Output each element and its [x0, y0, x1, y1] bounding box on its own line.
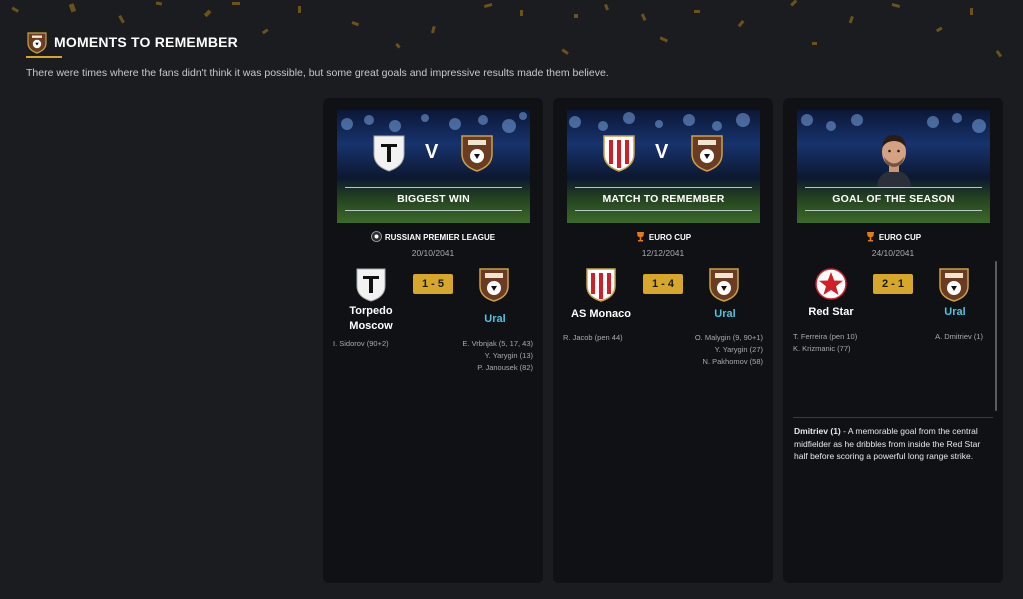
versus-graphic: V — [337, 132, 530, 172]
ural-crest-icon[interactable] — [707, 266, 741, 302]
scorer: P. Janousek (82) — [477, 363, 533, 372]
home-scorers: R. Jacob (pen 44) — [563, 332, 658, 344]
competition-row: EURO CUP — [783, 231, 1003, 242]
match-score: 1 - 4 — [643, 274, 683, 294]
torpedo-crest-icon — [373, 135, 405, 172]
card-label: BIGGEST WIN — [397, 193, 470, 205]
moment-card-biggest-win[interactable]: V BIGGEST WIN RUSSIAN PREMIER LEAGUE 20/… — [323, 98, 543, 583]
page-subtitle: There were times where the fans didn't t… — [26, 67, 609, 79]
moment-card-goal-of-the-season[interactable]: GOAL OF THE SEASON EURO CUP 24/10/2041 2… — [783, 98, 1003, 583]
scorer: E. Vrbnjak (5, 17, 43) — [462, 339, 533, 348]
page-title: MOMENTS TO REMEMBER — [54, 34, 238, 50]
match-score: 1 - 5 — [413, 274, 453, 294]
scorer: R. Jacob (pen 44) — [563, 333, 623, 342]
scorer: N. Pakhomov (58) — [702, 357, 763, 366]
card-label: MATCH TO REMEMBER — [602, 193, 725, 205]
scorer: Y. Yarygin (27) — [714, 345, 763, 354]
description-player: Dmitriev (1) — [794, 426, 841, 436]
scrollbar[interactable] — [995, 261, 997, 411]
card-banner: V MATCH TO REMEMBER — [567, 110, 760, 223]
versus-text: V — [425, 141, 439, 163]
match-date: 24/10/2041 — [871, 248, 915, 258]
monaco-crest-icon — [603, 135, 635, 172]
away-scorers: A. Dmitriev (1) — [873, 331, 983, 343]
match-date: 12/12/2041 — [641, 248, 685, 258]
home-team-name[interactable]: Torpedo Moscow — [339, 304, 403, 334]
torpedo-crest-icon[interactable] — [354, 266, 388, 302]
card-label: GOAL OF THE SEASON — [832, 193, 955, 205]
home-team-name[interactable]: Red Star — [799, 305, 863, 320]
red-star-crest-icon[interactable] — [814, 266, 848, 302]
home-team-name[interactable]: AS Monaco — [563, 307, 639, 322]
scorer: I. Sidorov (90+2) — [333, 339, 389, 348]
ural-crest-icon — [691, 135, 723, 172]
versus-text: V — [655, 141, 669, 163]
scorer: Y. Yarygin (13) — [484, 351, 533, 360]
away-scorers: E. Vrbnjak (5, 17, 43) Y. Yarygin (13) P… — [423, 338, 533, 374]
competition-row: RUSSIAN PREMIER LEAGUE — [323, 231, 543, 242]
scorer: K. Krizmanic (77) — [793, 344, 851, 353]
scorer: O. Malygin (9, 90+1) — [694, 333, 763, 342]
ural-crest-icon[interactable] — [937, 266, 971, 302]
ural-crest-icon — [461, 135, 493, 172]
ural-crest-icon[interactable] — [477, 266, 511, 302]
monaco-crest-icon[interactable] — [584, 266, 618, 302]
competition-name: RUSSIAN PREMIER LEAGUE — [384, 233, 496, 242]
divider — [793, 417, 993, 418]
goal-description: Dmitriev (1) - A memorable goal from the… — [794, 425, 996, 463]
title-underline — [26, 56, 62, 58]
home-scorers: I. Sidorov (90+2) — [333, 338, 428, 350]
away-scorers: O. Malygin (9, 90+1) Y. Yarygin (27) N. … — [653, 332, 763, 368]
competition-name: EURO CUP — [648, 233, 692, 242]
competition-name: EURO CUP — [878, 233, 922, 242]
trophy-icon — [636, 232, 644, 242]
versus-graphic: V — [567, 132, 760, 172]
scorer: A. Dmitriev (1) — [935, 332, 983, 341]
trophy-icon — [866, 232, 874, 242]
player-portrait-image — [877, 135, 911, 188]
competition-row: EURO CUP — [553, 231, 773, 242]
away-team-name[interactable]: Ural — [693, 307, 757, 322]
match-score: 2 - 1 — [873, 274, 913, 294]
moment-card-match-to-remember[interactable]: V MATCH TO REMEMBER EURO CUP 12/12/2041 … — [553, 98, 773, 583]
away-team-name[interactable]: Ural — [463, 312, 527, 327]
match-date: 20/10/2041 — [411, 248, 455, 258]
card-banner: GOAL OF THE SEASON — [797, 110, 990, 223]
card-banner: V BIGGEST WIN — [337, 110, 530, 223]
league-icon — [370, 231, 382, 242]
ural-crest-icon — [27, 32, 47, 54]
away-team-name[interactable]: Ural — [923, 305, 987, 320]
